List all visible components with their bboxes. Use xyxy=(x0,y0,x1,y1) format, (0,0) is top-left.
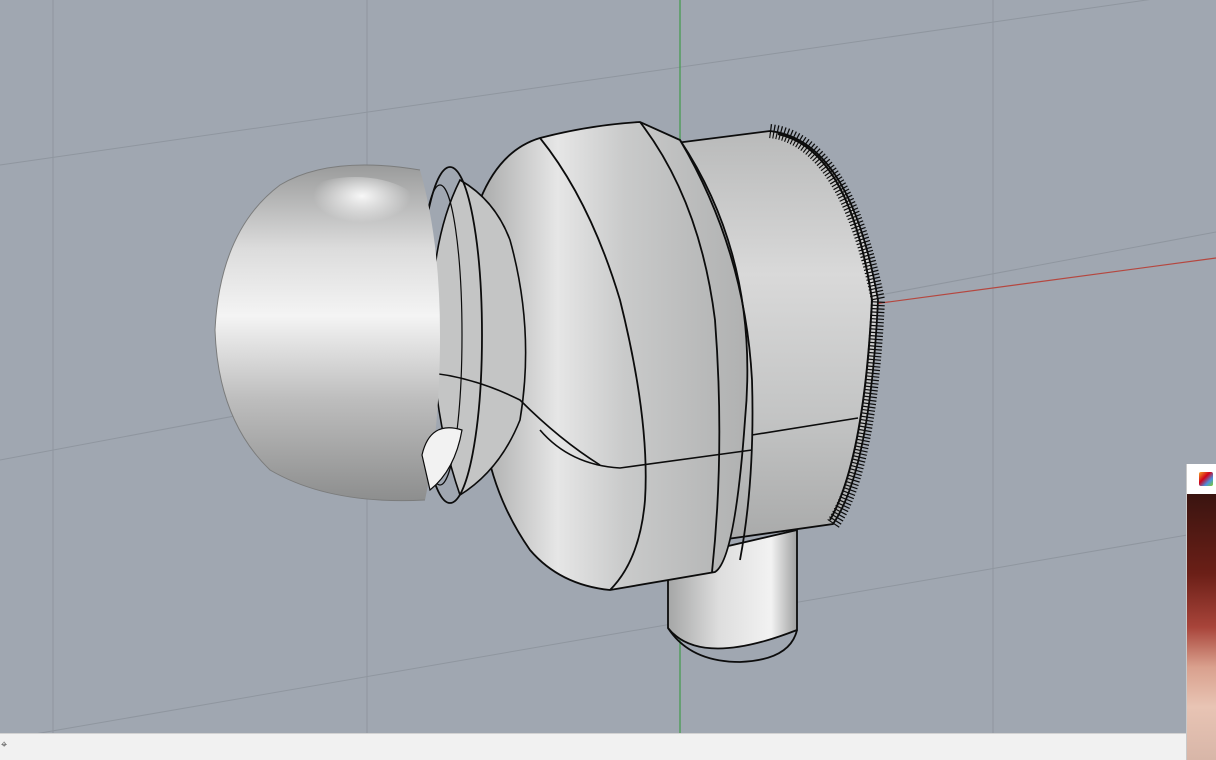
cursor-crosshair-icon: ⌖ xyxy=(1,738,8,751)
picture-in-picture-window[interactable] xyxy=(1186,464,1216,760)
status-bar: ⌖ xyxy=(0,733,1216,760)
notes-app-icon xyxy=(1199,472,1213,486)
webcam-video-feed xyxy=(1187,494,1216,760)
perspective-viewport[interactable] xyxy=(0,0,1216,733)
viewport-canvas[interactable] xyxy=(0,0,1216,733)
ball-head[interactable] xyxy=(214,164,463,502)
